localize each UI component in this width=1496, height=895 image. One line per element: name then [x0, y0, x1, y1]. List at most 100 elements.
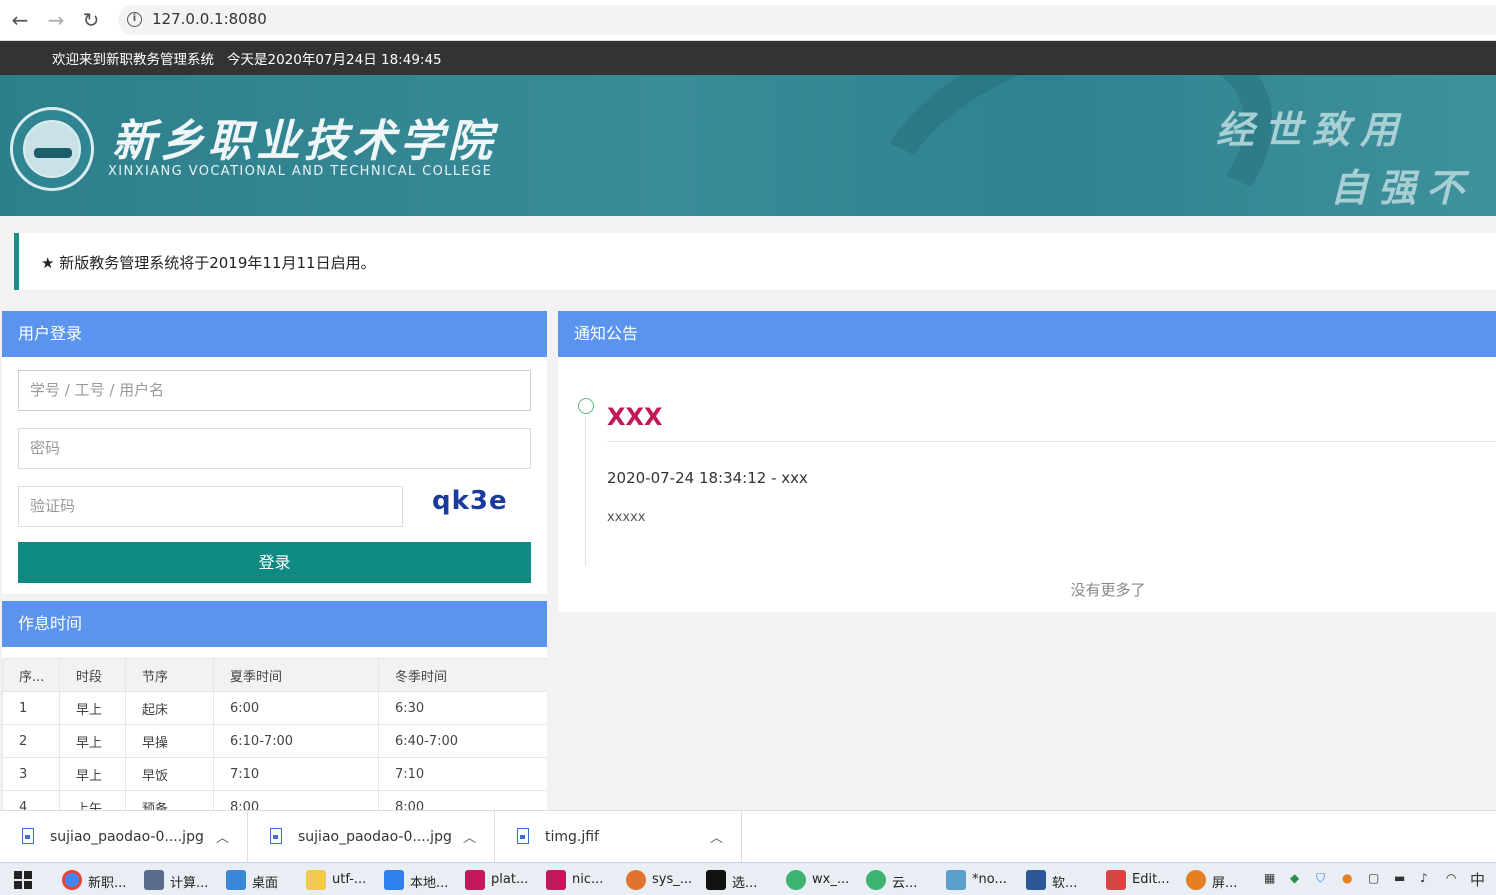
address-bar[interactable]: i 127.0.0.1:8080: [118, 5, 1496, 35]
table-cell: 6:30: [378, 691, 547, 725]
notepad-icon: [946, 870, 966, 890]
desktop-folder-icon: [226, 870, 246, 890]
taskbar-item[interactable]: 软...: [1026, 867, 1096, 893]
motto-line-1: 经世致用: [1216, 107, 1409, 152]
download-filename[interactable]: sujiao_paodao-0....jpg: [298, 829, 452, 845]
reload-icon[interactable]: ↻: [79, 9, 103, 33]
download-filename[interactable]: timg.jfif: [545, 829, 599, 845]
taskbar-item[interactable]: 屏...: [1186, 867, 1246, 893]
taskbar-item[interactable]: 本地...: [384, 867, 462, 893]
download-item[interactable]: sujiao_paodao-0....jpg ︿: [248, 811, 495, 863]
taskbar-label: 软...: [1052, 876, 1078, 891]
windows-taskbar: 新职... 计算... 桌面 utf-... 本地... plat... nic…: [0, 862, 1496, 895]
taskbar-item[interactable]: 桌面: [226, 867, 304, 893]
taskbar-label: 屏...: [1212, 876, 1238, 891]
motto-line-2: 自强不: [1330, 165, 1475, 210]
table-cell: 早上: [59, 691, 126, 725]
word-icon: [1026, 870, 1046, 890]
browser-toolbar: ← → ↻ i 127.0.0.1:8080: [0, 0, 1496, 41]
taskbar-item[interactable]: 计算...: [144, 867, 222, 893]
drive-icon: [384, 870, 404, 890]
taskbar-item[interactable]: plat...: [465, 867, 543, 893]
tray-icon[interactable]: ▢: [1368, 871, 1379, 885]
ime-indicator[interactable]: 中: [1470, 869, 1485, 890]
shield-icon[interactable]: ⛉: [1316, 871, 1325, 886]
schedule-panel: 作息时间 序... 时段 节序 夏季时间 冬季时间 1 早上 起床 6:00 6…: [2, 601, 547, 810]
table-cell: 起床: [125, 691, 214, 725]
taskbar-label: 新职...: [88, 876, 127, 891]
battery-icon[interactable]: ▬: [1394, 871, 1405, 885]
table-row: 3 早上 早饭 7:10 7:10: [2, 757, 547, 791]
table-cell: 早饭: [125, 757, 214, 791]
start-button[interactable]: [14, 867, 36, 893]
intellij-icon: [465, 870, 485, 890]
taskbar-item[interactable]: nic...: [546, 867, 624, 893]
notice-text: ★ 新版教务管理系统将于2019年11月11日启用。: [41, 254, 376, 272]
taskbar-label: *no...: [972, 872, 1007, 887]
col-header[interactable]: 冬季时间: [378, 658, 547, 692]
current-datetime: 今天是2020年07月24日 18:49:45: [227, 52, 442, 68]
download-bar: sujiao_paodao-0....jpg ︿ sujiao_paodao-0…: [0, 810, 1496, 863]
back-icon[interactable]: ←: [8, 9, 32, 33]
col-header[interactable]: 序...: [2, 658, 60, 692]
taskbar-label: 计算...: [170, 876, 209, 891]
welcome-strip: 欢迎来到新职教务管理系统 今天是2020年07月24日 18:49:45: [0, 41, 1496, 75]
chrome-icon: [62, 870, 82, 890]
system-notice: ★ 新版教务管理系统将于2019年11月11日启用。: [14, 233, 1496, 290]
col-header[interactable]: 时段: [59, 658, 126, 692]
taskbar-item[interactable]: *no...: [946, 867, 1016, 893]
taskbar-item[interactable]: 选...: [706, 867, 776, 893]
taskbar-label: wx_...: [812, 872, 850, 887]
url-text[interactable]: 127.0.0.1:8080: [152, 10, 267, 28]
forward-icon[interactable]: →: [44, 9, 68, 33]
chevron-up-icon[interactable]: ︿: [710, 827, 723, 846]
announcement-title[interactable]: XXX: [607, 403, 663, 431]
table-cell: 8:00: [213, 790, 379, 810]
tray-icon[interactable]: ●: [1342, 871, 1352, 885]
taskbar-item[interactable]: utf-...: [306, 867, 376, 893]
taskbar-item[interactable]: wx_...: [786, 867, 856, 893]
folder-icon: [306, 870, 326, 890]
tray-icon[interactable]: ▦: [1264, 871, 1275, 885]
wechat-devtools-icon: [786, 870, 806, 890]
chevron-up-icon[interactable]: ︿: [216, 827, 229, 846]
table-cell: 上午: [59, 790, 126, 810]
chevron-up-icon[interactable]: ︿: [463, 827, 476, 846]
taskbar-item[interactable]: Edit...: [1106, 867, 1180, 893]
screenshot-icon: [1186, 870, 1206, 890]
app-icon: [626, 870, 646, 890]
captcha-image[interactable]: qk3e: [432, 486, 508, 516]
timeline-line: [585, 416, 586, 566]
captcha-input[interactable]: 验证码: [18, 486, 403, 527]
col-header[interactable]: 节序: [125, 658, 214, 692]
password-input[interactable]: 密码: [18, 428, 531, 469]
announcement-body: xxxxx: [607, 510, 646, 525]
announcements-panel: 通知公告 XXX 2020-07-24 18:34:12 - xxx xxxxx…: [558, 311, 1496, 612]
table-cell: 预备: [125, 790, 214, 810]
download-item[interactable]: sujiao_paodao-0....jpg ︿: [0, 811, 248, 863]
download-filename[interactable]: sujiao_paodao-0....jpg: [50, 829, 204, 845]
image-file-icon: [517, 828, 529, 844]
taskbar-item[interactable]: 云...: [866, 867, 936, 893]
col-header[interactable]: 夏季时间: [213, 658, 379, 692]
taskbar-label: Edit...: [1132, 872, 1170, 887]
volume-icon[interactable]: ♪: [1420, 871, 1428, 885]
download-item[interactable]: timg.jfif ︿: [495, 811, 742, 863]
welcome-text: 欢迎来到新职教务管理系统: [52, 52, 214, 68]
taskbar-item[interactable]: sys_...: [626, 867, 704, 893]
username-input[interactable]: 学号 / 工号 / 用户名: [18, 370, 531, 411]
wifi-icon[interactable]: ◠: [1446, 871, 1456, 885]
tray-icon[interactable]: ◆: [1290, 871, 1299, 885]
table-cell: 2: [2, 724, 60, 758]
login-button[interactable]: 登录: [18, 542, 531, 583]
divider: [607, 441, 1496, 442]
table-cell: 早操: [125, 724, 214, 758]
taskbar-label: 云...: [892, 876, 918, 891]
schedule-table: 序... 时段 节序 夏季时间 冬季时间 1 早上 起床 6:00 6:30 2…: [2, 658, 547, 810]
site-info-icon[interactable]: i: [127, 12, 142, 27]
intellij-icon: [546, 870, 566, 890]
taskbar-label: utf-...: [332, 872, 367, 887]
image-file-icon: [270, 828, 282, 844]
taskbar-item[interactable]: 新职...: [62, 867, 140, 893]
schedule-panel-title: 作息时间: [2, 601, 547, 647]
